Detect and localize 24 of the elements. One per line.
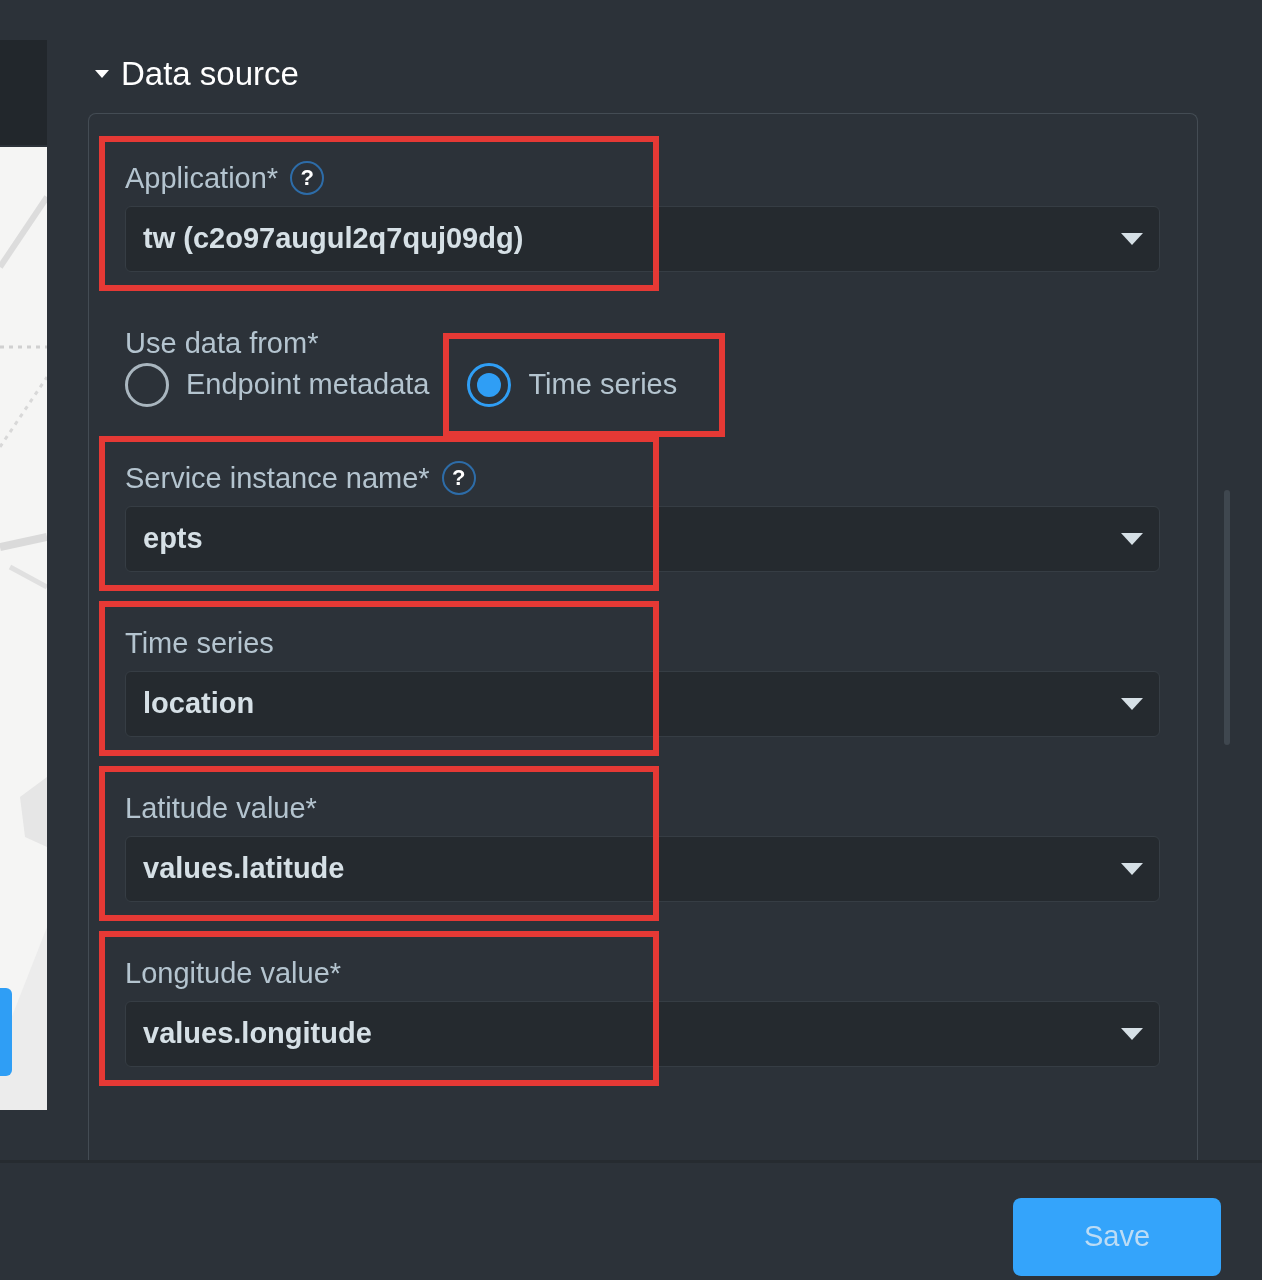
field-label: Time series	[125, 628, 274, 658]
select-field[interactable]: epts	[125, 506, 1160, 572]
select-field[interactable]: tw (c2o97augul2q7quj09dg)	[125, 206, 1160, 272]
field-label: Application*	[125, 163, 279, 193]
field-label: Service instance name*	[125, 463, 430, 493]
radio-icon	[125, 363, 169, 407]
section-header[interactable]: Data source	[88, 55, 1198, 93]
dropdown-caret-icon	[1121, 233, 1143, 245]
select-field[interactable]: location	[125, 671, 1160, 737]
select-field[interactable]: values.longitude	[125, 1001, 1160, 1067]
field-label: Latitude value*	[125, 793, 317, 823]
dropdown-caret-icon	[1121, 698, 1143, 710]
dropdown-caret-icon	[1121, 533, 1143, 545]
caret-icon	[95, 70, 109, 78]
radio-option[interactable]: Endpoint metadata	[125, 363, 430, 407]
help-button[interactable]: ?	[290, 161, 325, 195]
dropdown-caret-icon	[1121, 1028, 1143, 1040]
dropdown-caret-icon	[1121, 863, 1143, 875]
radio-icon	[467, 363, 512, 407]
help-button[interactable]: ?	[441, 461, 476, 495]
radio-option[interactable]: Time series	[467, 363, 678, 407]
field-label: Longitude value*	[125, 958, 342, 988]
field-label: Use data from*	[125, 329, 320, 357]
select-field[interactable]: values.latitude	[125, 836, 1160, 902]
